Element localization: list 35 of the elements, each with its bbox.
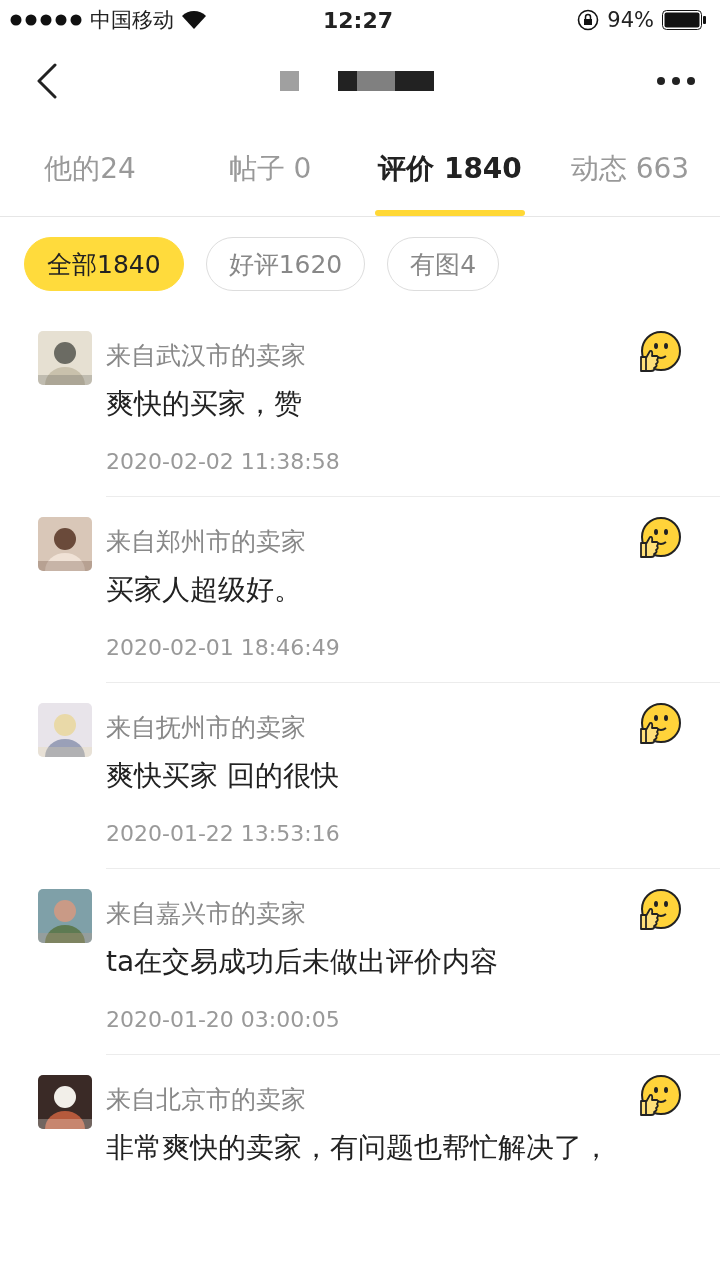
tab[interactable]: 评价 1840 <box>360 122 540 216</box>
filter-chip[interactable]: 全部1840 <box>24 237 184 291</box>
thumbs-up-smiley-icon <box>638 703 682 745</box>
wifi-icon <box>182 11 206 29</box>
review-comment: ta在交易成功后未做出评价内容 <box>106 944 500 980</box>
thumbs-up-smiley-icon <box>638 331 682 373</box>
filter-chip[interactable]: 好评1620 <box>205 237 366 291</box>
tab[interactable]: 他的24 <box>0 122 180 216</box>
review-time: 2020-01-22 13:53:16 <box>106 821 341 846</box>
review-time: 2020-02-01 18:46:49 <box>106 635 341 660</box>
reviewer-source: 来自北京市的卖家 <box>106 1084 306 1116</box>
carrier-name: 中国移动 <box>90 7 174 34</box>
back-icon[interactable] <box>36 63 58 99</box>
reviewer-source: 来自郑州市的卖家 <box>106 526 306 558</box>
reviewer-source: 来自嘉兴市的卖家 <box>106 898 306 930</box>
thumbs-up-smiley-icon <box>638 517 682 559</box>
thumbs-up-smiley-icon <box>638 1075 682 1117</box>
review-comment: 爽快买家 回的很快 <box>106 758 340 794</box>
review-time: 2020-01-20 03:00:05 <box>106 1007 341 1032</box>
reviewer-source: 来自抚州市的卖家 <box>106 712 306 744</box>
thumbs-up-smiley-icon <box>638 889 682 931</box>
review-comment: 非常爽快的卖家，有问题也帮忙解决了， <box>106 1130 611 1166</box>
review-time: 2020-02-02 11:38:58 <box>106 449 341 474</box>
battery-icon <box>662 10 706 30</box>
review-comment: 爽快的买家，赞 <box>106 386 303 422</box>
signal-icon <box>10 14 82 26</box>
more-icon[interactable] <box>656 76 696 86</box>
reviewer-source: 来自武汉市的卖家 <box>106 340 306 372</box>
filter-chip[interactable]: 有图4 <box>387 237 500 291</box>
tab[interactable]: 帖子 0 <box>180 122 360 216</box>
tab[interactable]: 动态 663 <box>540 122 720 216</box>
review-comment: 买家人超级好。 <box>106 572 303 608</box>
battery-percent: 94% <box>607 8 654 32</box>
clock-time: 12:27 <box>323 7 393 33</box>
rotation-lock-icon <box>577 9 600 31</box>
